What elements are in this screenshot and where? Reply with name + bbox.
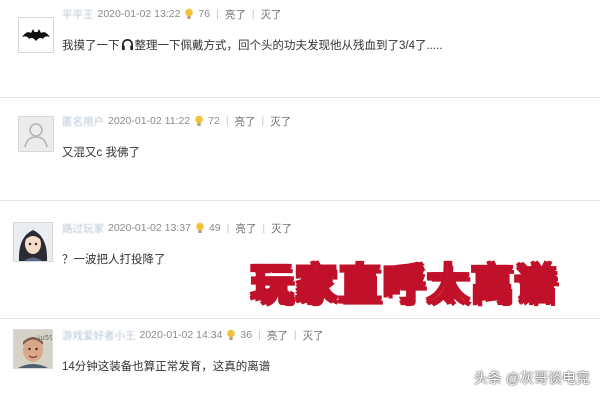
divider-line xyxy=(0,97,600,98)
overlay-caption: 玩家直呼太离谱 xyxy=(250,259,559,310)
lightbulb-icon xyxy=(195,115,203,126)
username[interactable]: 路过玩家 xyxy=(62,221,104,236)
batman-logo-icon xyxy=(19,18,53,52)
avatar[interactable] xyxy=(13,222,53,262)
like-button[interactable]: 亮了 xyxy=(225,7,246,22)
divider-line xyxy=(0,200,600,201)
like-button[interactable]: 亮了 xyxy=(235,221,256,236)
headphone-icon xyxy=(121,39,133,51)
comment-meta: 路过玩家 2020-01-02 13:37 49 | 亮了 | 灭了 xyxy=(62,221,293,236)
username[interactable]: 匿名用户 xyxy=(62,114,104,129)
timestamp: 2020-01-02 13:37 xyxy=(108,222,191,234)
man-photo-avatar-icon: \u5934 xyxy=(14,330,52,368)
comment-meta: 平平王 2020-01-02 13:22 76 | 亮了 | 灭了 xyxy=(62,7,282,22)
like-count: 76 xyxy=(198,8,211,20)
avatar[interactable]: \u5934 xyxy=(13,329,53,369)
timestamp: 2020-01-02 11:22 xyxy=(108,115,191,127)
timestamp: 2020-01-02 13:22 xyxy=(97,8,181,20)
like-button[interactable]: 亮了 xyxy=(267,328,288,343)
comment-text: 我摸了一下 整理一下佩戴方式，回个头的功夫发现他从残血到了3/4了..... xyxy=(62,39,443,52)
avatar[interactable] xyxy=(18,116,54,152)
like-count: 49 xyxy=(208,222,221,234)
timestamp: 2020-01-02 14:34 xyxy=(139,329,223,341)
like-count: 36 xyxy=(240,329,253,341)
comment-meta: 游戏爱好者小王 2020-01-02 14:34 36 | 亮了 | 灭了 xyxy=(62,328,324,343)
lightbulb-icon xyxy=(196,222,204,233)
dislike-button[interactable]: 灭了 xyxy=(270,114,291,129)
lightbulb-icon xyxy=(227,329,236,340)
dislike-button[interactable]: 灭了 xyxy=(303,328,324,343)
like-button[interactable]: 亮了 xyxy=(235,114,256,129)
default-avatar-icon xyxy=(24,123,48,148)
comment-text: ？一波把人打投降了 xyxy=(62,254,166,266)
dislike-button[interactable]: 灭了 xyxy=(261,7,282,22)
divider-line xyxy=(0,318,600,319)
like-count: 72 xyxy=(208,115,220,127)
comment-meta: 匿名用户 2020-01-02 11:22 72 | 亮了 | 灭了 xyxy=(62,114,292,129)
username[interactable]: 游戏爱好者小王 xyxy=(62,328,136,343)
watermark: 头条 @灰哥谈电竞 xyxy=(473,370,590,386)
username[interactable]: 平平王 xyxy=(62,7,94,22)
comment-text: 又混又c 我佛了 xyxy=(62,147,140,159)
comment-text: 14分钟这装备也算正常发育，这真的离谱 xyxy=(62,361,271,373)
avatar[interactable] xyxy=(18,17,54,53)
lightbulb-icon xyxy=(185,8,194,19)
anime-girl-avatar-icon xyxy=(14,223,52,261)
dislike-button[interactable]: 灭了 xyxy=(271,221,292,236)
